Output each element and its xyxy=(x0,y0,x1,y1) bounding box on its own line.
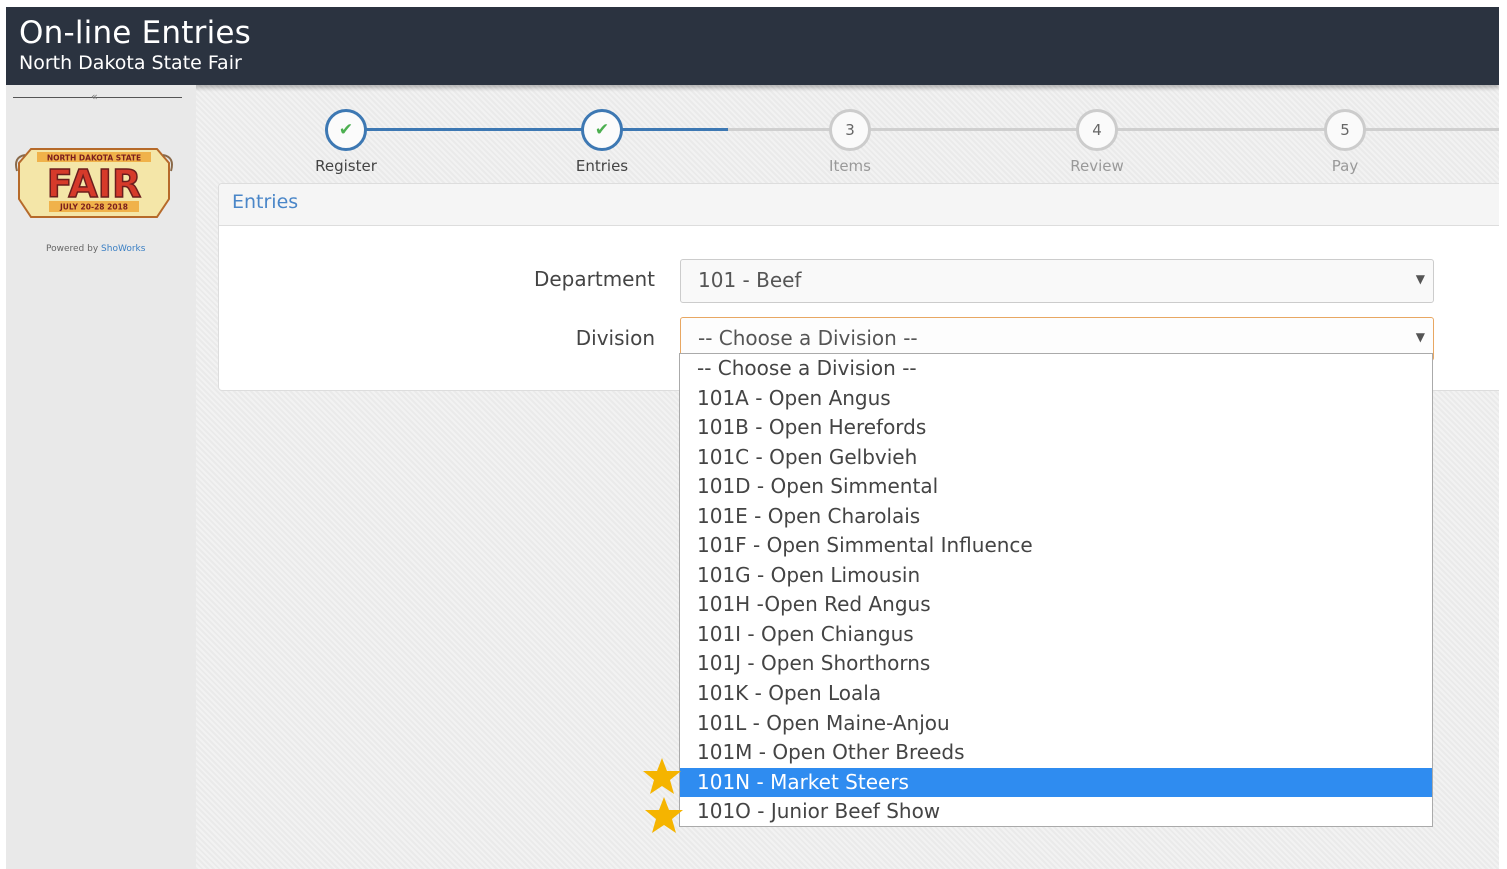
division-value: -- Choose a Division -- xyxy=(698,326,918,350)
check-icon: ✔ xyxy=(581,109,623,151)
step-number: 3 xyxy=(829,109,871,151)
step-entries[interactable]: ✔ Entries xyxy=(542,109,662,175)
division-option[interactable]: 101O - Junior Beef Show xyxy=(680,797,1432,827)
department-value: 101 - Beef xyxy=(698,268,802,292)
step-register[interactable]: ✔ Register xyxy=(286,109,406,175)
division-option[interactable]: 101K - Open Loala xyxy=(680,679,1432,709)
top-header: On-line Entries North Dakota State Fair xyxy=(6,7,1499,85)
powered-by-label: Powered by xyxy=(46,244,99,254)
fair-logo: NORTH DAKOTA STATE FAIR JULY 20-28 2018 xyxy=(15,148,173,218)
panel-title: Entries xyxy=(219,184,1499,226)
sidebar: « NORTH DAKOTA STATE FAIR JULY 20-28 201… xyxy=(6,85,196,869)
step-label: Review xyxy=(1070,157,1124,175)
division-option[interactable]: 101I - Open Chiangus xyxy=(680,620,1432,650)
step-review[interactable]: 4 Review xyxy=(1037,109,1157,175)
step-label: Items xyxy=(829,157,871,175)
chevron-down-icon: ▼ xyxy=(1415,330,1425,344)
collapse-sidebar-icon[interactable]: « xyxy=(91,90,98,103)
division-option[interactable]: 101C - Open Gelbvieh xyxy=(680,443,1432,473)
division-option[interactable]: 101F - Open Simmental Influence xyxy=(680,531,1432,561)
star-icon xyxy=(643,758,681,794)
division-option-selected[interactable]: 101N - Market Steers xyxy=(680,767,1432,798)
division-dropdown-list: -- Choose a Division -- 101A - Open Angu… xyxy=(679,353,1433,827)
step-number: 4 xyxy=(1076,109,1118,151)
chevron-down-icon: ▼ xyxy=(1415,272,1425,286)
division-label: Division xyxy=(575,326,655,350)
check-icon: ✔ xyxy=(325,109,367,151)
app-subtitle: North Dakota State Fair xyxy=(19,52,242,74)
division-option[interactable]: 101B - Open Herefords xyxy=(680,413,1432,443)
step-pay[interactable]: 5 Pay xyxy=(1285,109,1405,175)
app-title: On-line Entries xyxy=(19,15,252,51)
division-option[interactable]: 101L - Open Maine-Anjou xyxy=(680,709,1432,739)
showorks-link[interactable]: ShoWorks xyxy=(101,244,145,254)
division-option[interactable]: 101M - Open Other Breeds xyxy=(680,738,1432,768)
star-icon xyxy=(645,797,683,833)
division-option[interactable]: 101D - Open Simmental xyxy=(680,472,1432,502)
division-option[interactable]: 101J - Open Shorthorns xyxy=(680,649,1432,679)
progress-steps: ✔ Register ✔ Entries 3 Items 4 Review 5 … xyxy=(216,107,1499,187)
logo-date-text: JULY 20-28 2018 xyxy=(59,203,128,212)
step-label: Pay xyxy=(1331,157,1359,175)
step-label: Entries xyxy=(575,157,629,175)
step-number: 5 xyxy=(1324,109,1366,151)
division-option[interactable]: 101A - Open Angus xyxy=(680,384,1432,414)
division-option[interactable]: 101H -Open Red Angus xyxy=(680,590,1432,620)
division-option[interactable]: -- Choose a Division -- xyxy=(680,354,1432,384)
step-items[interactable]: 3 Items xyxy=(790,109,910,175)
step-label: Register xyxy=(315,157,377,175)
division-option[interactable]: 101E - Open Charolais xyxy=(680,502,1432,532)
department-select[interactable]: 101 - Beef ▼ xyxy=(680,259,1434,303)
app-frame: On-line Entries North Dakota State Fair … xyxy=(6,7,1499,869)
logo-main-text: FAIR xyxy=(47,162,141,206)
powered-by: Powered by ShoWorks xyxy=(46,244,145,254)
division-option[interactable]: 101G - Open Limousin xyxy=(680,561,1432,591)
department-label: Department xyxy=(533,267,655,291)
